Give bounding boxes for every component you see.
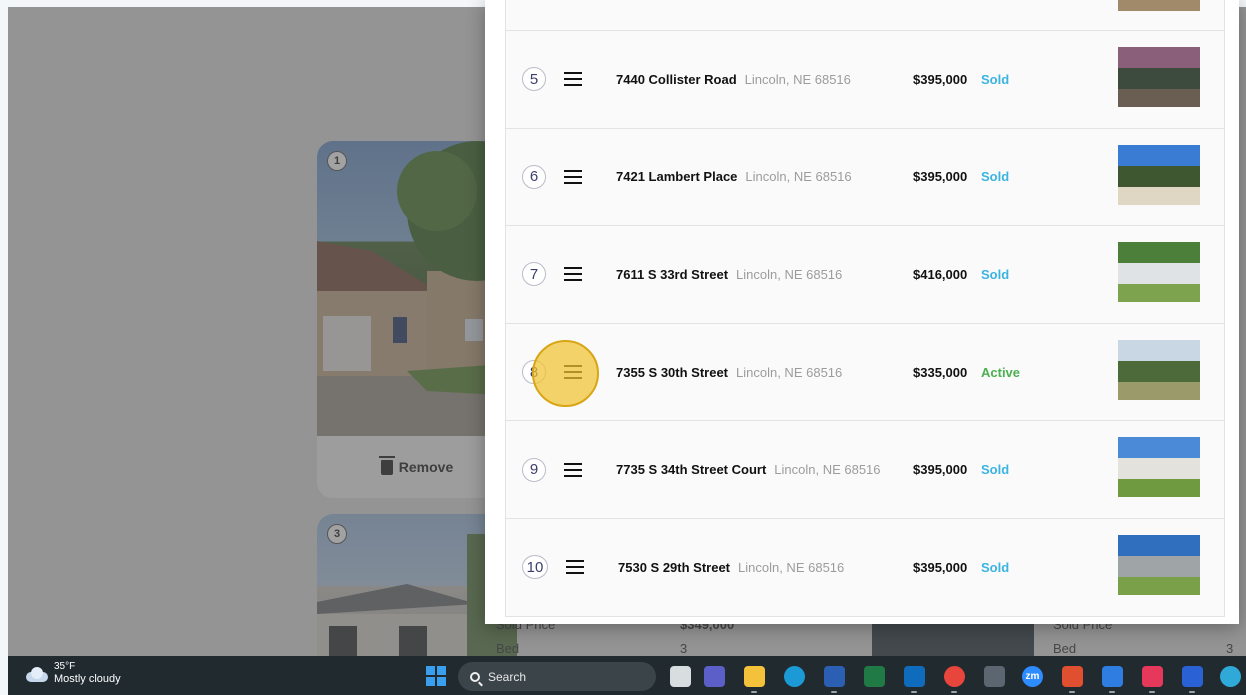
weather-temp: 35°F [54,661,76,672]
listing-number-badge: 3 [327,524,347,544]
file-explorer-task-icon[interactable] [670,666,691,687]
listing-thumbnail [1118,144,1200,205]
running-indicator [951,691,957,693]
listing-thumbnail [1118,437,1200,498]
listing-row[interactable]: 5 7440 Collister Road Lincoln, NE 68516 $39… [505,31,1225,129]
city-state-zip: Lincoln, NE 68516 [736,364,843,380]
zoom-icon[interactable]: zm [1022,666,1043,687]
click-highlight [532,340,599,407]
bg-bed-label-right: Bed [1053,641,1077,656]
running-indicator [911,691,917,693]
drag-handle-icon[interactable] [564,462,582,477]
reorder-listings-modal: 5 7440 Collister Road Lincoln, NE 68516 $39… [485,0,1239,624]
rank-badge: 5 [522,67,546,92]
excel-icon[interactable] [864,666,885,687]
running-indicator [1189,691,1195,693]
copilot-icon[interactable] [1220,666,1241,687]
listing-thumbnail [1118,47,1200,107]
edge-icon[interactable] [784,666,805,687]
city-state-zip: Lincoln, NE 68516 [745,169,852,185]
running-indicator [751,691,757,693]
listing-number-badge: 1 [327,151,347,171]
listing-row[interactable]: 9 7735 S 34th Street Court Lincoln, NE 685… [505,421,1225,519]
running-indicator [831,691,837,693]
taskbar-search[interactable]: Search [458,662,656,691]
listing-row[interactable]: 10 7530 S 29th Street Lincoln, NE 68516 $39… [505,518,1225,617]
windows-start-icon[interactable] [426,666,446,686]
listing-status: Sold [981,71,1010,87]
calculator-icon[interactable] [984,666,1005,687]
bg-bed-label: Bed [496,641,520,656]
running-indicator [1149,691,1155,693]
running-indicator [1069,691,1075,693]
listing-price: $395,000 [913,462,968,478]
listing-thumbnail [1118,339,1200,400]
listing-price: $395,000 [913,169,968,185]
reorder-list: 5 7440 Collister Road Lincoln, NE 68516 $39… [505,0,1225,617]
rank-badge: 6 [522,164,546,189]
listing-row[interactable]: 87355 S 30th StreetLincoln, NE 68516$335… [505,323,1225,422]
listing-price: $335,000 [913,364,968,380]
rank-badge: 10 [522,555,548,580]
chrome-icon[interactable] [944,666,965,687]
search-icon [470,671,480,682]
city-state-zip: Lincoln, NE 68516 [774,462,881,478]
listing-price: $416,000 [913,266,968,282]
slides-icon[interactable] [1062,666,1083,687]
trash-icon [378,455,395,475]
search-label: Search [488,669,527,684]
street-address: 7440 Collister Road [616,71,737,87]
running-indicator [1109,691,1115,693]
weather-desc: Mostly cloudy [54,673,121,685]
drag-handle-icon[interactable] [564,169,582,184]
listing-thumbnail [1118,534,1200,595]
drag-handle-icon[interactable] [566,560,584,575]
listing-price: $395,000 [913,71,968,87]
app-pink-icon[interactable] [1142,666,1163,687]
listing-row[interactable]: 6 7421 Lambert Place Lincoln, NE 68516 $395… [505,128,1225,227]
listing-status: Active [981,364,1021,380]
word-icon[interactable] [824,666,845,687]
taskbar: 35°F Mostly cloudy Search zm [8,656,1246,695]
folder-icon[interactable] [744,666,765,687]
listing-row-partial [505,0,1225,31]
city-state-zip: Lincoln, NE 68516 [736,266,843,282]
listing-status: Sold [981,462,1010,478]
bg-bed-value-right: 3 [1226,641,1234,656]
street-address: 7421 Lambert Place [616,169,738,185]
cloud-icon [24,666,48,682]
bg-bed-value: 3 [680,641,688,656]
city-state-zip: Lincoln, NE 68516 [744,71,851,87]
listing-status: Sold [981,559,1010,575]
listing-status: Sold [981,169,1010,185]
outlook-icon[interactable] [904,666,925,687]
listing-thumbnail [1118,242,1200,303]
city-state-zip: Lincoln, NE 68516 [738,559,845,575]
rank-badge: 7 [522,262,546,287]
listing-price: $395,000 [913,559,968,575]
teams-icon[interactable] [704,666,725,687]
app-blue-icon[interactable] [1182,666,1203,687]
remove-label: Remove [398,459,454,475]
drag-handle-icon[interactable] [564,72,582,87]
weather-widget[interactable]: 35°F Mostly cloudy [24,661,121,686]
rank-badge: 9 [522,457,546,482]
street-address: 7355 S 30th Street [616,364,729,380]
drag-handle-icon[interactable] [564,267,582,282]
listing-thumbnail [1118,0,1200,11]
window-left-edge [0,0,8,695]
listing-status: Sold [981,266,1010,282]
street-address: 7735 S 34th Street Court [616,462,767,478]
listing-row[interactable]: 7 7611 S 33rd Street Lincoln, NE 68516 $416… [505,226,1225,324]
street-address: 7611 S 33rd Street [616,266,729,282]
app-r-icon[interactable] [1102,666,1123,687]
street-address: 7530 S 29th Street [618,559,731,575]
